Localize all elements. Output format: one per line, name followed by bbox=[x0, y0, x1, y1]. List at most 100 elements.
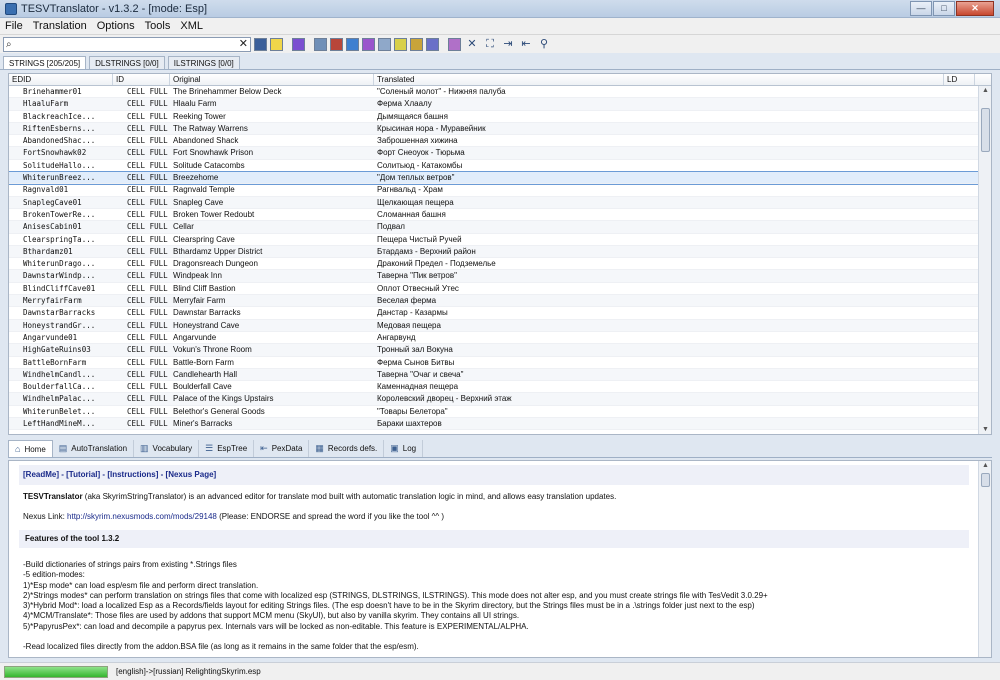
table-row[interactable]: Bthardamz01 CELL FULL Bthardamz Upper Dist… bbox=[9, 245, 979, 259]
scroll-down-icon[interactable]: ▼ bbox=[981, 426, 990, 434]
cell-edid: DawnstarWindp... bbox=[23, 271, 96, 281]
table-row[interactable]: WhiterunBreez... CELL FULL Breezehome "Дом … bbox=[9, 171, 980, 186]
grid-body: Brinehammer01 CELL FULL The Brinehammer Be… bbox=[9, 86, 980, 434]
import-icon[interactable]: ⇥ bbox=[501, 37, 515, 51]
cell-id: CELL FULL bbox=[127, 308, 168, 318]
info-scrollbar[interactable]: ▲ bbox=[978, 461, 991, 657]
clear-search-icon[interactable]: ✕ bbox=[239, 37, 248, 50]
readme-link[interactable]: [ReadMe] bbox=[23, 470, 59, 479]
cell-translated: "Товары Белетора" bbox=[377, 406, 448, 416]
table-row[interactable]: AbandonedShac... CELL FULL Abandoned Shack… bbox=[9, 135, 979, 148]
menu-tools[interactable]: Tools bbox=[140, 20, 176, 32]
toolbar-button-2[interactable] bbox=[270, 37, 283, 51]
menu-options[interactable]: Options bbox=[92, 20, 140, 32]
cell-original: Hlaalu Farm bbox=[173, 99, 217, 109]
cell-translated: Королевский дворец - Верхний этаж bbox=[377, 394, 512, 404]
nexus-url-link[interactable]: http://skyrim.nexusmods.com/mods/29148 bbox=[67, 512, 217, 521]
features-heading: Features of the tool 1.3.2 bbox=[19, 530, 969, 548]
table-row[interactable]: DawnstarWindp... CELL FULL Windpeak Inn Тав… bbox=[9, 270, 979, 283]
toolbar-button-6[interactable] bbox=[346, 37, 359, 51]
table-row[interactable]: ClearspringTa... CELL FULL Clearspring Cav… bbox=[9, 234, 979, 246]
toolbar-button-1[interactable] bbox=[254, 37, 267, 51]
tutorial-link[interactable]: [Tutorial] bbox=[66, 470, 100, 479]
table-row[interactable]: BattleBornFarm CELL FULL Battle-Born Farm Ф… bbox=[9, 357, 979, 369]
cell-id: CELL FULL bbox=[127, 209, 168, 219]
column-header-id[interactable]: ID bbox=[113, 74, 170, 85]
cell-id: CELL FULL bbox=[127, 394, 168, 404]
tab-ilstrings[interactable]: ILSTRINGS [0/0] bbox=[167, 56, 240, 69]
tab-strings[interactable]: STRINGS [205/205] bbox=[3, 56, 87, 69]
column-header-original[interactable]: Original bbox=[170, 74, 374, 85]
toolbar-button-11[interactable] bbox=[426, 37, 439, 51]
column-header-translated[interactable]: Translated bbox=[374, 74, 944, 85]
fullscreen-icon[interactable]: ⛶ bbox=[483, 37, 497, 51]
table-row[interactable]: Brinehammer01 CELL FULL The Brinehammer Be… bbox=[9, 86, 979, 99]
cell-translated: Ангарвунд bbox=[377, 332, 416, 342]
table-row[interactable]: DawnstarBarracks CELL FULL Dawnstar Barrac… bbox=[9, 307, 979, 320]
tab-records-defs[interactable]: ▦ Records defs. bbox=[309, 440, 385, 457]
toolbar-button-10[interactable] bbox=[410, 37, 423, 51]
cell-ld bbox=[944, 320, 975, 331]
nexus-page-link[interactable]: [Nexus Page] bbox=[166, 470, 217, 479]
delete-icon[interactable]: ✕ bbox=[465, 37, 479, 51]
table-row[interactable]: BrokenTowerRe... CELL FULL Broken Tower Re… bbox=[9, 209, 979, 222]
toolbar-button-5[interactable] bbox=[330, 37, 343, 51]
cell-id: CELL FULL bbox=[127, 197, 168, 207]
cell-translated: Сломанная башня bbox=[377, 209, 446, 219]
table-row[interactable]: AnisesCabin01 CELL FULL Cellar Подвал bbox=[9, 221, 979, 234]
info-scroll-thumb[interactable] bbox=[981, 473, 990, 487]
toolbar-button-7[interactable] bbox=[362, 37, 375, 51]
table-row[interactable]: HlaaluFarm CELL FULL Hlaalu Farm Ферма Хлаа… bbox=[9, 98, 979, 111]
cell-ld bbox=[944, 295, 975, 306]
table-row[interactable]: WindhelmCandl... CELL FULL Candlehearth Ha… bbox=[9, 368, 979, 382]
menu-translation[interactable]: Translation bbox=[28, 20, 92, 32]
toolbar-button-9[interactable] bbox=[394, 37, 407, 51]
column-header-ld[interactable]: LD bbox=[944, 74, 975, 85]
instructions-link[interactable]: [Instructions] bbox=[107, 470, 158, 479]
toolbar-button-3[interactable] bbox=[292, 37, 305, 51]
grid-scroll-thumb[interactable] bbox=[981, 108, 990, 152]
table-row[interactable]: BlindCliffCave01 CELL FULL Blind Cliff Bas… bbox=[9, 283, 979, 296]
table-row[interactable]: HighGateRuins03 CELL FULL Vokun's Throne R… bbox=[9, 344, 979, 357]
scroll-up-icon[interactable]: ▲ bbox=[981, 87, 990, 96]
tab-esptree[interactable]: ☰ EspTree bbox=[199, 440, 255, 457]
table-row[interactable]: Angarvunde01 CELL FULL Angarvunde Ангарвунд bbox=[9, 332, 979, 345]
column-header-edid[interactable]: EDID bbox=[9, 74, 113, 85]
toolbar-button-12[interactable] bbox=[448, 37, 461, 51]
info-scroll-up-icon[interactable]: ▲ bbox=[981, 462, 990, 471]
maximize-button[interactable]: □ bbox=[933, 1, 955, 16]
table-row[interactable]: SnaplegCave01 CELL FULL Snapleg Cave Щелкаю… bbox=[9, 196, 979, 209]
table-row[interactable]: MerryfairFarm CELL FULL Merryfair Farm Весе… bbox=[9, 295, 979, 308]
export-icon[interactable]: ⇤ bbox=[519, 37, 533, 51]
minimize-button[interactable]: — bbox=[910, 1, 932, 16]
cell-translated: Дымящаяся башня bbox=[377, 111, 448, 121]
find-icon[interactable]: ⚲ bbox=[537, 37, 551, 51]
menu-xml[interactable]: XML bbox=[175, 20, 208, 32]
cell-translated: Каменнадная пещера bbox=[377, 382, 459, 392]
toolbar-button-4[interactable] bbox=[314, 37, 327, 51]
table-row[interactable]: WhiterunBelet... CELL FULL Belethor's Gene… bbox=[9, 406, 979, 419]
table-row[interactable]: LeftHandMineM... CELL FULL Miner's Barrack… bbox=[9, 418, 979, 431]
table-row[interactable]: SolitudeHallo... CELL FULL Solitude Cataco… bbox=[9, 160, 979, 173]
table-row[interactable]: BoulderfallCa... CELL FULL Boulderfall Cav… bbox=[9, 381, 979, 394]
grid-scrollbar[interactable]: ▲ ▼ bbox=[978, 86, 991, 434]
table-row[interactable]: HoneystrandGr... CELL FULL Honeystrand Cav… bbox=[9, 319, 979, 332]
cell-original: Dawnstar Barracks bbox=[173, 308, 241, 318]
table-row[interactable]: WindhelmPalac... CELL FULL Palace of the K… bbox=[9, 393, 979, 406]
tab-pexdata[interactable]: ⇤ PexData bbox=[254, 440, 310, 457]
tab-dlstrings[interactable]: DLSTRINGS [0/0] bbox=[89, 56, 165, 69]
table-row[interactable]: Ragnvald01 CELL FULL Ragnvald Temple Рагнва… bbox=[9, 184, 979, 197]
close-button[interactable]: ✕ bbox=[956, 1, 994, 16]
toolbar-button-8[interactable] bbox=[378, 37, 391, 51]
table-row[interactable]: BlackreachIce... CELL FULL Reeking Tower Ды… bbox=[9, 111, 979, 123]
menu-file[interactable]: File bbox=[0, 20, 28, 32]
table-row[interactable]: WhiterunDrago... CELL FULL Dragonsreach Du… bbox=[9, 258, 979, 271]
tab-log[interactable]: ▣ Log bbox=[384, 440, 424, 457]
tab-autotranslation[interactable]: ▤ AutoTranslation bbox=[53, 440, 135, 457]
link-separator: - bbox=[158, 470, 166, 479]
tab-home[interactable]: ⌂ Home bbox=[8, 440, 53, 457]
table-row[interactable]: FortSnowhawk02 CELL FULL Fort Snowhawk Pri… bbox=[9, 147, 979, 160]
tab-vocabulary[interactable]: ▥ Vocabulary bbox=[134, 440, 200, 457]
table-row[interactable]: RiftenEsberns... CELL FULL The Ratway Warr… bbox=[9, 122, 979, 136]
search-input[interactable] bbox=[16, 37, 236, 51]
